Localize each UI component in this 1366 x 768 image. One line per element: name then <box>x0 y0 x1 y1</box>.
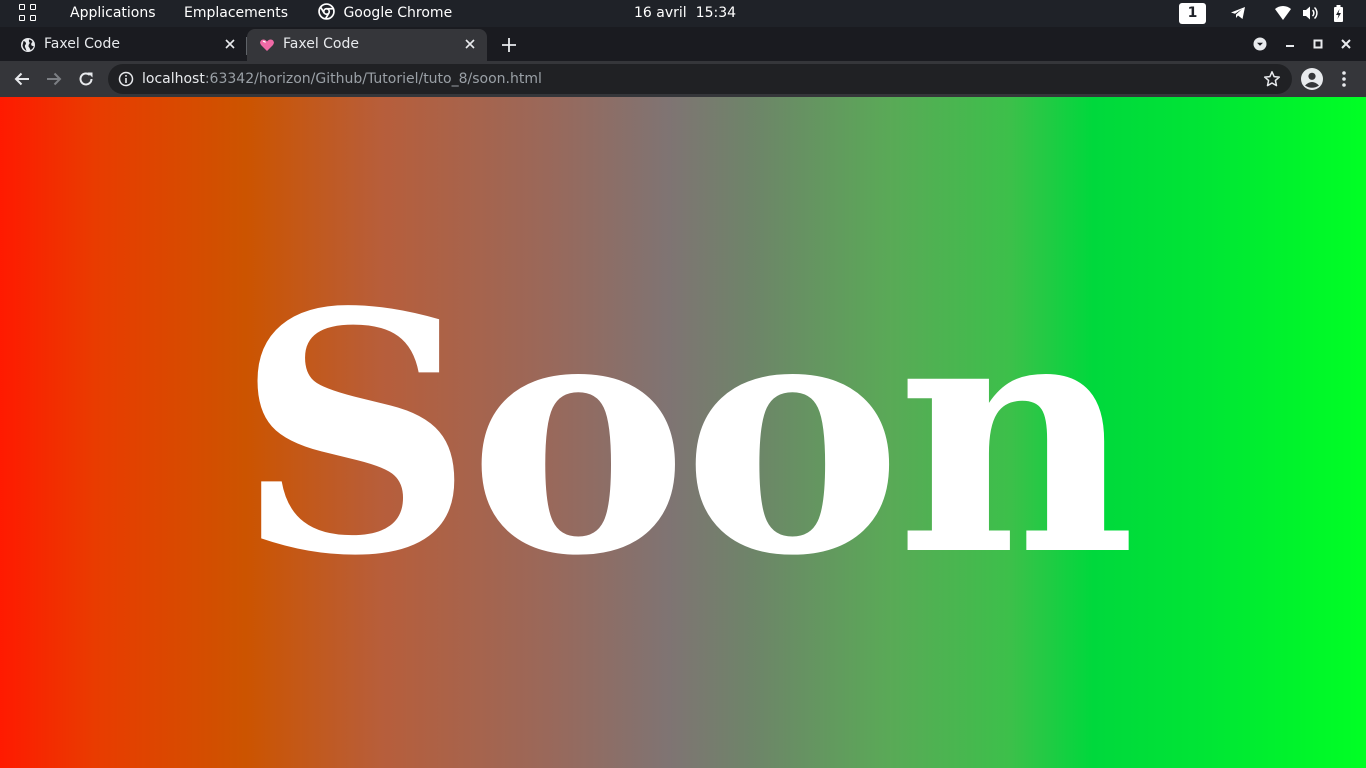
tab-faxel-code-1[interactable]: Faxel Code <box>0 29 247 61</box>
tab-search-icon[interactable] <box>1253 37 1267 51</box>
bookmark-star-icon[interactable] <box>1263 70 1281 88</box>
forward-arrow-icon[interactable] <box>45 70 63 88</box>
clock[interactable]: 16 avril 15:34 <box>634 0 745 27</box>
minimize-icon[interactable] <box>1283 37 1297 51</box>
volume-icon[interactable] <box>1302 5 1319 21</box>
globe-icon <box>21 38 35 52</box>
wifi-icon[interactable] <box>1274 5 1292 21</box>
workspace-indicator[interactable]: 1 <box>1179 3 1206 24</box>
close-window-icon[interactable] <box>1339 37 1353 51</box>
battery-icon[interactable] <box>1333 5 1344 22</box>
telegram-icon[interactable] <box>1230 5 1246 21</box>
address-bar[interactable]: localhost:63342/horizon/Github/Tutoriel/… <box>108 64 1292 94</box>
browser-toolbar: localhost:63342/horizon/Github/Tutoriel/… <box>0 61 1366 97</box>
chrome-icon <box>318 3 335 20</box>
url-host: localhost <box>142 71 205 87</box>
info-icon[interactable] <box>118 71 134 87</box>
close-tab-icon[interactable] <box>463 37 477 51</box>
places-menu[interactable]: Emplacements <box>184 0 288 27</box>
reload-icon[interactable] <box>77 70 95 88</box>
focused-app-menu[interactable]: Google Chrome <box>318 0 452 27</box>
tab-strip: Faxel Code Faxel Code <box>0 27 1366 61</box>
clock-time: 15:34 <box>695 5 737 21</box>
back-arrow-icon[interactable] <box>13 70 31 88</box>
focused-app-label: Google Chrome <box>343 5 453 21</box>
apps-grid-icon[interactable] <box>19 4 38 23</box>
tab-faxel-code-2[interactable]: Faxel Code <box>247 29 487 61</box>
tab-title: Faxel Code <box>283 36 359 52</box>
kebab-menu-icon[interactable] <box>1336 69 1352 89</box>
profile-avatar-icon[interactable] <box>1300 67 1324 91</box>
tab-title: Faxel Code <box>44 36 120 52</box>
soon-heading: Soon <box>235 240 1136 628</box>
system-top-bar: Applications Emplacements Google Chrome … <box>0 0 1366 27</box>
url-path: :63342/horizon/Github/Tutoriel/tuto_8/so… <box>204 71 542 87</box>
applications-menu[interactable]: Applications <box>70 0 156 27</box>
clock-date: 16 avril <box>634 5 687 21</box>
close-tab-icon[interactable] <box>223 37 237 51</box>
new-tab-icon[interactable] <box>499 35 519 55</box>
heart-icon <box>260 39 274 51</box>
url-text[interactable]: localhost:63342/horizon/Github/Tutoriel/… <box>142 64 542 94</box>
maximize-icon[interactable] <box>1311 37 1325 51</box>
page-viewport: Soon <box>0 97 1366 768</box>
